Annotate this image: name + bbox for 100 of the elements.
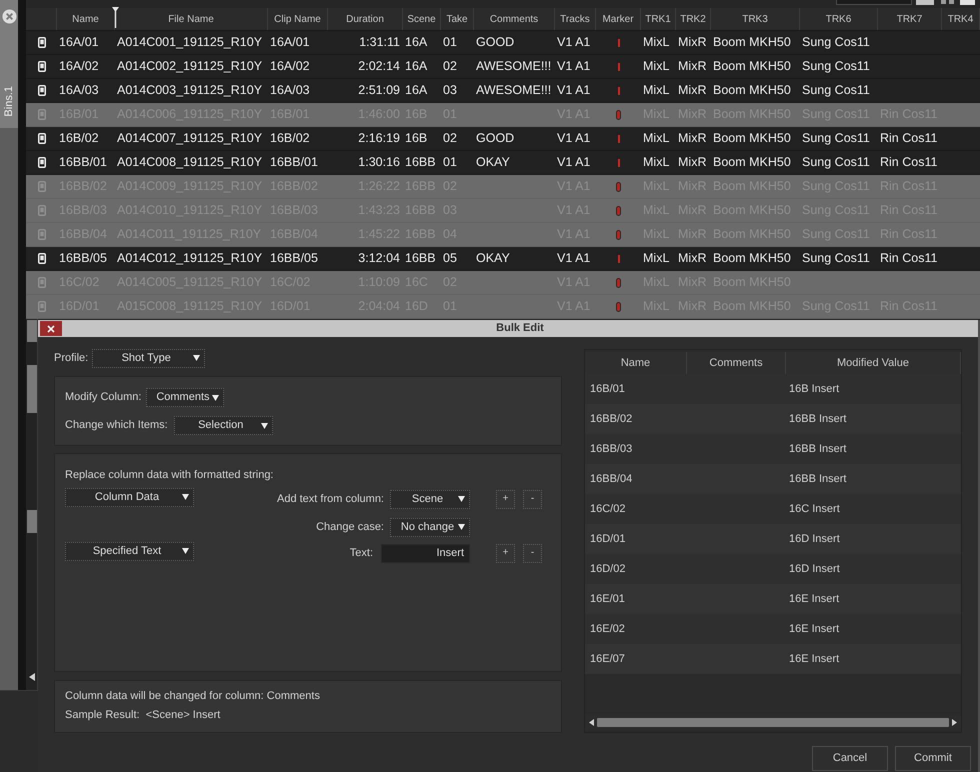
column-header[interactable]: Duration [346,12,384,26]
table-cell: 02 [443,60,457,73]
table-cell: 16A/02 [59,60,99,73]
dialog-button[interactable]: Commit [895,746,971,771]
source-dropdown[interactable]: Specified Text [65,542,194,560]
table-cell-text: 16B/01 [590,382,625,397]
option-dropdown[interactable]: No change [390,518,470,536]
table-cell: 16A/01 [59,36,99,49]
table-cell: V1 A1 [557,84,590,97]
preview-row[interactable]: 16D/02 16D Insert [585,554,961,584]
column-header[interactable]: Comments [709,354,763,372]
column-header[interactable]: Take [446,12,468,26]
dialog-button[interactable]: Cancel [812,746,888,771]
table-cell: 2:02:14 [358,60,400,73]
table-cell: Rin Cos11 [880,156,938,169]
table-cell: 16B/02 [270,132,310,145]
preview-row[interactable]: 16E/01 16E Insert [585,584,961,614]
scroll-thumb[interactable] [597,718,949,727]
column-header[interactable]: Scene [407,12,436,26]
marker-icon [618,158,620,166]
items-dropdown[interactable]: Selection [174,416,273,435]
preview-row[interactable]: 16E/02 16E Insert [585,614,961,644]
panel-tab[interactable] [26,365,36,413]
table-cell: 16A [405,36,428,49]
column-header[interactable]: Comments [490,12,538,26]
small-button[interactable]: - [523,490,542,508]
column-header[interactable]: TRK3 [742,12,768,26]
left-arrow-icon[interactable] [589,719,594,726]
table-cell: V1 A1 [557,36,590,49]
column-header[interactable]: Name [72,12,99,26]
table-cell: V1 A1 [557,156,590,169]
table-cell: 16B [405,132,428,145]
table-cell-text: 16D/01 [590,532,626,547]
option-dropdown[interactable]: Scene [390,490,470,508]
column-header[interactable]: TRK6 [826,12,852,26]
bars-icon[interactable] [940,0,956,5]
input-field[interactable] [836,0,912,5]
panel-tab[interactable] [26,510,36,533]
table-cell: Sung Cos11 [802,36,870,49]
preview-row[interactable]: 16E/07 16E Insert [585,644,961,674]
table-cell: V1 A1 [557,252,590,265]
caret-icon [182,548,189,554]
table-cell-text: 16E/01 [590,592,625,607]
playhead-icon[interactable] [112,7,119,28]
preview-row[interactable]: 16BB/02 16BB Insert [585,404,961,434]
table-cell: Sung Cos11 [802,252,870,265]
preview-row[interactable]: 16BB/03 16BB Insert [585,434,961,464]
table-cell: 1:31:11 [359,36,400,49]
field-label: Change case: [316,520,384,535]
preview-row[interactable]: 16C/02 16C Insert [585,494,961,524]
right-arrow-icon[interactable] [952,719,957,726]
marker-icon [618,38,620,46]
close-icon [47,324,55,332]
column-header[interactable]: Modified Value [837,354,909,372]
table-cell: A014C002_191125_R10Y [117,60,262,73]
source-dropdown[interactable]: Column Data [65,488,194,506]
column-dropdown[interactable]: Comments [146,388,224,407]
small-button[interactable]: + [496,490,515,508]
preview-row[interactable]: 16B/01 16B Insert [585,374,961,404]
text-field[interactable]: Insert [381,544,470,562]
preview-row[interactable]: 16BB/04 16BB Insert [585,464,961,494]
marker-icon [618,62,620,70]
column-header[interactable]: Marker [602,12,634,26]
table-cell: MixR [678,252,706,265]
table-cell: V1 A1 [557,132,590,145]
profile-dropdown[interactable]: Shot Type [92,348,206,368]
table-cell: 01 [443,156,457,169]
table-cell-text: 16BB Insert [789,472,846,487]
table-cell: AWESOME!!! [476,84,552,97]
column-header[interactable]: TRK7 [896,12,922,26]
table-cell: Sung Cos11 [802,84,870,97]
column-header[interactable]: File Name [168,12,214,26]
table-cell-text: 16E/07 [590,652,625,667]
column-header[interactable]: Clip Name [274,12,321,26]
clip-icon [38,85,46,96]
small-button[interactable]: - [523,544,542,562]
table-cell: 16B/02 [59,132,99,145]
panel-tab[interactable] [26,320,36,342]
close-icon[interactable] [2,9,16,24]
table-cell: 16BB [405,156,436,169]
column-header[interactable]: Tracks [560,12,590,26]
table-cell: GOOD [476,132,514,145]
table-cell-text: 16BB/03 [590,442,632,457]
table-cell: MixL [643,252,670,265]
table-cell-text: 16D Insert [789,562,840,577]
column-header[interactable]: TRK1 [645,12,671,26]
clip-icon [38,61,46,72]
table-cell: AWESOME!!! [476,60,552,73]
column-header[interactable]: TRK4 [948,12,974,26]
table-cell: 16BB/01 [59,156,107,169]
column-header[interactable]: TRK2 [680,12,706,26]
table-cell: 16BB/05 [270,252,318,265]
clip-icon [38,253,46,264]
column-header[interactable]: Name [620,354,650,372]
table-cell: MixL [643,84,670,97]
small-button[interactable]: + [496,544,515,562]
preview-row[interactable]: 16D/01 16D Insert [585,524,961,554]
table-cell: 3:12:04 [358,252,400,265]
close-button[interactable] [40,321,62,336]
left-arrow-icon[interactable] [28,673,34,681]
